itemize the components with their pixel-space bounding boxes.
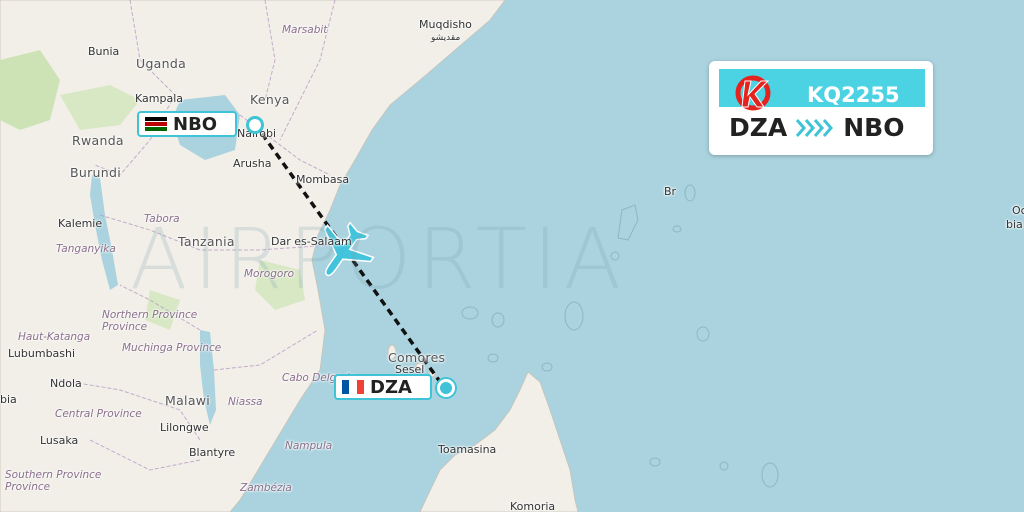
route-origin: DZA <box>729 113 788 142</box>
place-label: bia <box>1006 218 1023 231</box>
region-label: Province <box>102 321 148 333</box>
place-label: bia <box>0 393 17 406</box>
chevrons-right-icon <box>796 118 834 137</box>
place-label: Marsabit <box>282 24 328 36</box>
country-label: Malawi <box>165 393 211 408</box>
island <box>649 457 661 467</box>
origin-airport-marker[interactable] <box>437 379 455 397</box>
country-label: Rwanda <box>72 133 124 148</box>
country-label: Kenya <box>250 92 290 107</box>
place-label: Oc <box>1012 204 1024 217</box>
kenya-flag-icon <box>145 117 167 131</box>
region-label: Zambézia <box>240 482 292 494</box>
destination-airport-marker[interactable] <box>246 116 264 134</box>
island <box>541 362 553 372</box>
place-label: Lilongwe <box>160 421 209 434</box>
place-label: Komoria <box>510 500 556 512</box>
kenya-airways-logo-icon <box>735 75 771 111</box>
region-label: Muchinga Province <box>122 342 222 354</box>
origin-airport-label[interactable]: DZA <box>334 374 432 400</box>
place-label: Arusha <box>233 157 272 170</box>
france-flag-icon <box>342 380 364 394</box>
origin-code: DZA <box>370 376 412 398</box>
region-label: Tanganyika <box>56 243 116 255</box>
place-label: Muqdisho <box>419 18 472 31</box>
destination-code: NBO <box>173 113 218 135</box>
route-summary: DZA NBO <box>729 113 904 142</box>
watermark: AIRPORTIA <box>130 210 628 308</box>
island <box>487 353 499 363</box>
island <box>761 462 779 488</box>
region-label: Morogoro <box>244 268 295 280</box>
place-label: Toamasina <box>438 443 497 456</box>
place-label: Mombasa <box>296 173 350 186</box>
place-label: Ndola <box>50 377 82 390</box>
place-label: Br <box>664 185 677 198</box>
region-label: Nampula <box>285 440 333 452</box>
island <box>719 461 729 471</box>
flight-header-bar: KQ2255 <box>719 69 925 111</box>
island <box>461 306 479 320</box>
place-label: مقديشو <box>431 33 461 43</box>
region-label: Northern Province <box>102 309 198 321</box>
region-label: Province <box>5 481 51 493</box>
region-label: Southern Province <box>5 469 102 481</box>
island <box>491 312 505 328</box>
place-label: Lusaka <box>40 434 79 447</box>
place-label: Dar es-Salaam <box>271 235 352 248</box>
island <box>696 326 710 342</box>
destination-airport-label[interactable]: NBO <box>137 111 237 137</box>
country-label: Tanzania <box>178 234 235 249</box>
place-label: Kalemie <box>58 217 103 230</box>
region-label: Haut-Katanga <box>18 331 91 343</box>
flight-map[interactable]: AIRPORTIA Bunia Marsabit Muqdisho مقديشو… <box>0 0 1024 512</box>
flight-number: KQ2255 <box>807 83 900 107</box>
island <box>684 184 696 202</box>
place-label: Kampala <box>135 92 183 105</box>
route-destination: NBO <box>843 113 905 142</box>
place-label: Bunia <box>88 45 120 58</box>
region-label: Niassa <box>228 396 263 408</box>
island <box>672 225 682 233</box>
place-label: Blantyre <box>189 446 236 459</box>
country-label: Uganda <box>136 56 187 71</box>
region-label: Central Province <box>55 408 142 420</box>
flight-info-card[interactable]: KQ2255 DZA NBO <box>709 61 933 155</box>
place-label: Lubumbashi <box>8 347 76 360</box>
region-label: Tabora <box>144 213 180 225</box>
country-label: Burundi <box>70 165 121 180</box>
